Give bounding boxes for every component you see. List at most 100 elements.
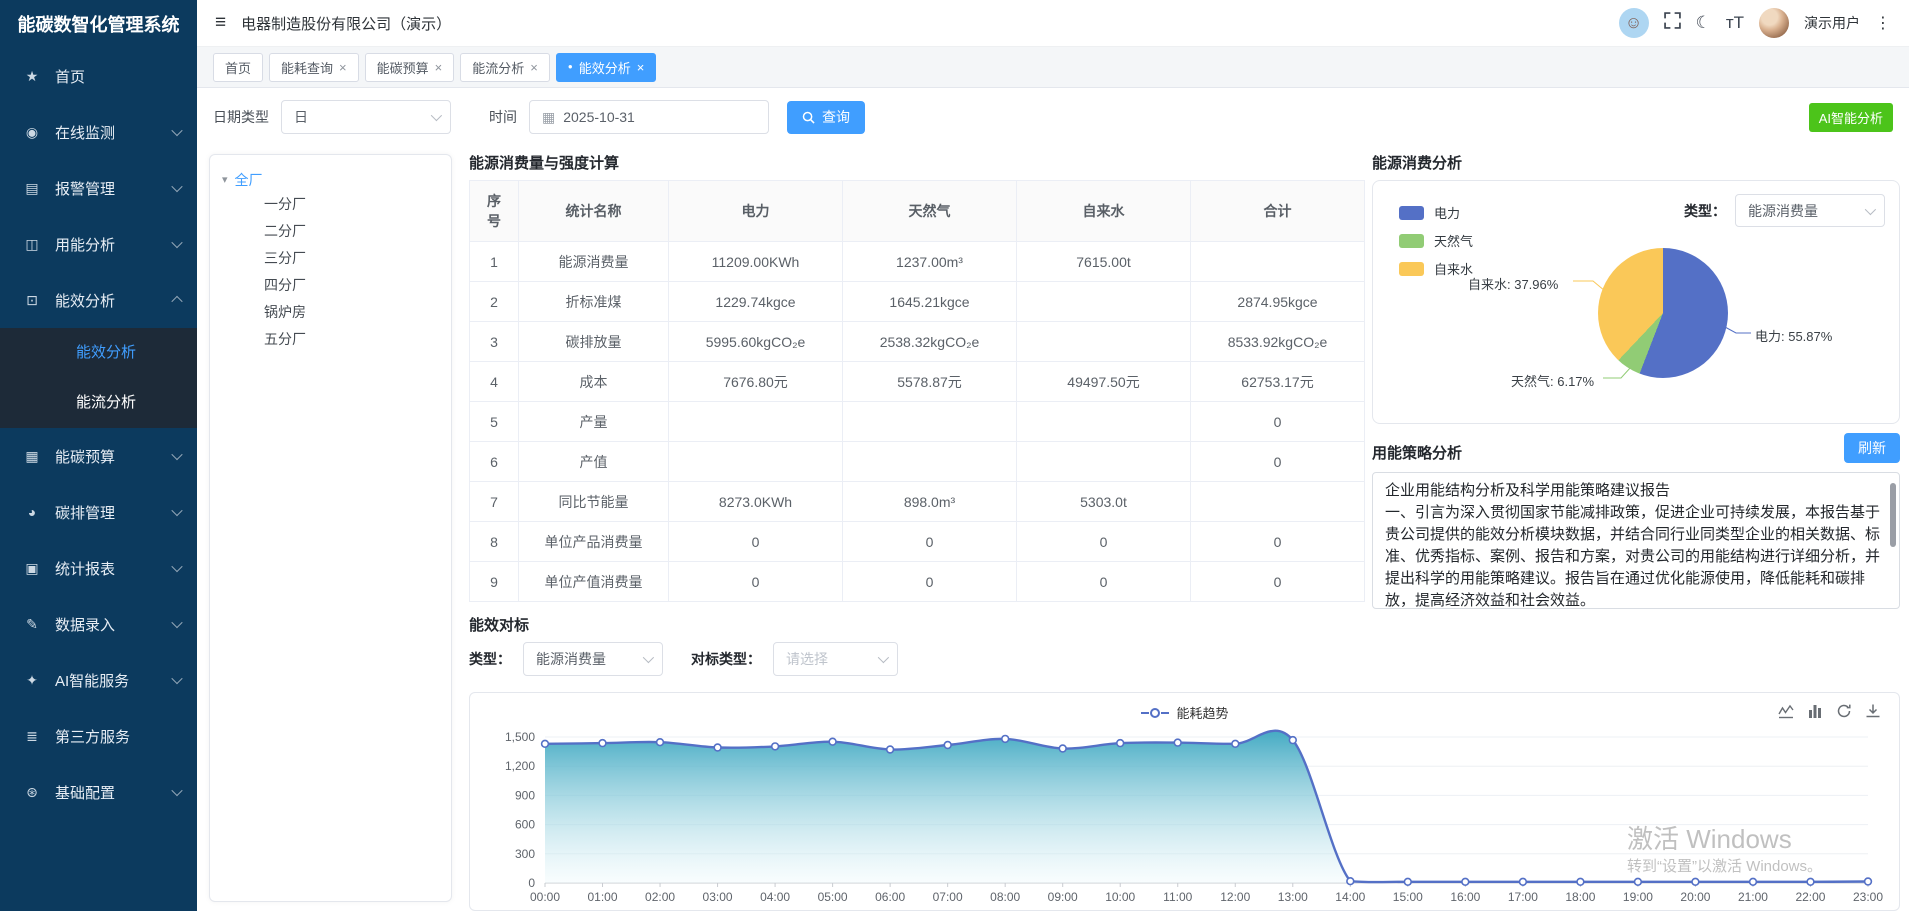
tree-node[interactable]: 五分厂 [222,326,439,353]
table-cell: 898.0m³ [843,482,1017,522]
sidebar-item-efficiency-analysis[interactable]: ⊡ 能效分析 [0,272,197,328]
benchmark-type-select[interactable]: 能源消费量 [523,642,663,676]
table-cell: 1229.74kgce [669,282,843,322]
refresh-icon[interactable] [1836,703,1852,719]
table-cell [1017,442,1191,482]
tree-children: 一分厂二分厂三分厂四分厂锅炉房五分厂 [222,191,439,353]
table-cell: 0 [1191,562,1365,602]
sidebar-item-third-party[interactable]: ≣ 第三方服务 [0,708,197,764]
sidebar-item-label: 报警管理 [55,178,173,199]
trend-legend-item[interactable]: 能耗趋势 [470,703,1899,722]
submenu-item-energy-flow-analysis[interactable]: 能流分析 [0,378,197,428]
table-row: 9单位产值消费量0000 [470,562,1365,602]
carbon-icon: ◕ [22,504,42,520]
close-icon[interactable]: × [435,61,443,74]
kebab-menu-icon[interactable]: ⋮ [1875,13,1891,33]
fullscreen-icon[interactable] [1664,12,1681,34]
ai-analysis-button[interactable]: AI智能分析 [1809,103,1893,132]
consumption-table: 序号 统计名称 电力 天然气 自来水 合计 1能源消费量11209.00KWh1… [469,180,1365,602]
tab-label: 能碳预算 [377,58,429,77]
tree-node[interactable]: 三分厂 [222,245,439,272]
tab-carbon-budget[interactable]: 能碳预算 × [365,53,455,82]
table-cell: 4 [470,362,519,402]
legend-item[interactable]: 天然气 [1399,231,1473,250]
sidebar-item-statistics-report[interactable]: ▣ 统计报表 [0,540,197,596]
username: 演示用户 [1804,13,1860,33]
svg-text:04:00: 04:00 [760,890,790,904]
main-area: ≡ 电器制造股份有限公司（演示） ☺ ☾ ᴛT 演示用户 ⋮ 首页 能耗查询 ×… [197,0,1909,911]
legend-marker-icon [1140,706,1170,720]
svg-text:00:00: 00:00 [530,890,560,904]
sidebar-item-home[interactable]: ★ 首页 [0,48,197,104]
svg-text:01:00: 01:00 [588,890,618,904]
refresh-button[interactable]: 刷新 [1844,433,1900,463]
sidebar-item-carbon-budget[interactable]: ▦ 能碳预算 [0,428,197,484]
close-icon[interactable]: × [530,61,538,74]
user-avatar[interactable] [1759,8,1789,38]
tree-node[interactable]: 四分厂 [222,272,439,299]
energy-consumption-pie-panel: 电力天然气自来水 类型： 能源消费量 电力: 55.87%天然气: 6.17%自… [1372,180,1900,424]
sidebar-item-data-entry[interactable]: ✎ 数据录入 [0,596,197,652]
layers-icon: ≣ [22,728,42,745]
legend-item[interactable]: 电力 [1399,203,1473,222]
dot-icon: ● [568,63,573,71]
date-type-select[interactable]: 日 [281,100,451,134]
close-icon[interactable]: × [637,61,645,74]
sidebar-item-label: 第三方服务 [55,726,181,747]
tab-energy-query[interactable]: 能耗查询 × [269,53,359,82]
chevron-down-icon [171,237,182,248]
table-row: 5产量0 [470,402,1365,442]
budget-icon: ▦ [22,448,42,465]
svg-text:06:00: 06:00 [875,890,905,904]
legend-label: 天然气 [1434,231,1473,250]
chevron-down-icon [171,673,182,684]
svg-text:09:00: 09:00 [1048,890,1078,904]
table-row: 7同比节能量8273.0KWh898.0m³5303.0t [470,482,1365,522]
table-cell [843,402,1017,442]
date-input[interactable]: ▦ 2025-10-31 [529,100,769,134]
svg-text:1,200: 1,200 [505,759,535,773]
sidebar-item-online-monitor[interactable]: ◉ 在线监测 [0,104,197,160]
download-icon[interactable] [1865,703,1881,719]
sidebar-item-ai-service[interactable]: ✦ AI智能服务 [0,652,197,708]
submenu-item-efficiency-analysis[interactable]: 能效分析 [0,328,197,378]
app-root: 能碳数智化管理系统 ★ 首页 ◉ 在线监测 ▤ 报警管理 ◫ 用能分析 [0,0,1909,911]
column-header: 电力 [669,181,843,242]
assistant-avatar[interactable]: ☺ [1619,8,1649,38]
top-bar: ≡ 电器制造股份有限公司（演示） ☺ ☾ ᴛT 演示用户 ⋮ [197,0,1909,47]
sidebar: 能碳数智化管理系统 ★ 首页 ◉ 在线监测 ▤ 报警管理 ◫ 用能分析 [0,0,197,911]
chevron-down-icon [878,652,889,663]
scrollbar-thumb[interactable] [1890,483,1896,547]
chevron-up-icon [171,296,182,307]
benchmark-type-value: 能源消费量 [536,649,635,669]
table-body: 1能源消费量11209.00KWh1237.00m³7615.00t2折标准煤1… [470,242,1365,602]
sidebar-item-energy-use-analysis[interactable]: ◫ 用能分析 [0,216,197,272]
table-cell: 产值 [519,442,669,482]
query-button[interactable]: 查询 [787,101,865,134]
pie-type-select[interactable]: 能源消费量 [1735,194,1885,227]
sidebar-item-alarm-mgmt[interactable]: ▤ 报警管理 [0,160,197,216]
font-size-icon[interactable]: ᴛT [1726,13,1744,33]
collapse-menu-icon[interactable]: ≡ [215,12,226,34]
sidebar-item-basic-config[interactable]: ⊛ 基础配置 [0,764,197,820]
svg-text:03:00: 03:00 [703,890,733,904]
tab-energy-flow[interactable]: 能流分析 × [460,53,550,82]
tree-node-root[interactable]: ▾ 全厂 [222,169,439,191]
dark-mode-icon[interactable]: ☾ [1696,13,1711,33]
tree-caret-icon[interactable]: ▾ [222,169,228,191]
tree-node[interactable]: 锅炉房 [222,299,439,326]
legend-item[interactable]: 自来水 [1399,259,1473,278]
sidebar-item-carbon-mgmt[interactable]: ◕ 碳排管理 [0,484,197,540]
tab-home[interactable]: 首页 [213,53,263,82]
trend-area-chart: 03006009001,2001,50000:0001:0002:0003:00… [470,721,1899,909]
legend-swatch [1399,234,1424,248]
sidebar-nav: ★ 首页 ◉ 在线监测 ▤ 报警管理 ◫ 用能分析 ⊡ 能效分析 [0,48,197,820]
tree-node[interactable]: 二分厂 [222,218,439,245]
close-icon[interactable]: × [339,61,347,74]
tab-efficiency-analysis[interactable]: ● 能效分析 × [556,53,656,82]
bar-chart-icon[interactable] [1807,703,1823,719]
chevron-down-icon [643,652,654,663]
tree-node[interactable]: 一分厂 [222,191,439,218]
line-chart-icon[interactable] [1778,703,1794,719]
benchmark-category-select[interactable]: 请选择 [773,642,898,676]
